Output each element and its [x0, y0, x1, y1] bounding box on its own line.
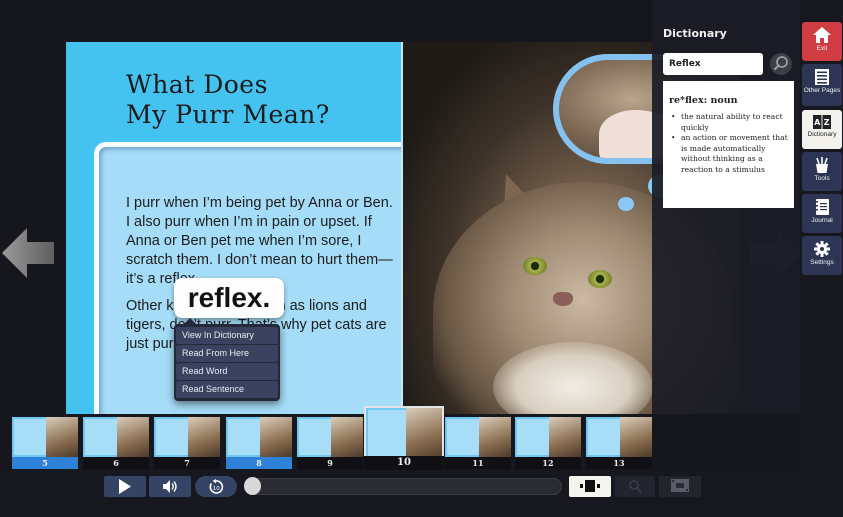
cat-eye [588, 270, 612, 288]
single-page-view-button[interactable] [569, 476, 611, 497]
cat-eye [523, 257, 547, 275]
replay-button[interactable]: 10 [195, 476, 237, 497]
thumbnail-image [586, 417, 652, 457]
sidebar-label: Other Pages [803, 87, 841, 94]
fit-view-button[interactable] [659, 476, 701, 497]
progress-knob[interactable] [244, 477, 261, 495]
search-icon [773, 56, 788, 71]
thumbnail-page[interactable]: 12 [515, 417, 581, 469]
sidebar-label: Tools [814, 175, 830, 182]
sidebar-label: Journal [811, 217, 833, 224]
volume-button[interactable] [149, 476, 191, 497]
notebook-icon [815, 199, 829, 215]
fit-screen-icon [671, 479, 689, 492]
az-book-icon: A Z [813, 115, 831, 129]
thumbnail-number: 7 [154, 457, 220, 469]
play-icon [119, 479, 131, 494]
thumbnail-number: 9 [297, 457, 363, 469]
entry-headword: re*flex: noun [669, 95, 738, 106]
thumbnail-number: 13 [586, 457, 652, 469]
paragraph[interactable]: I purr when I’m being pet by Anna or Ben… [126, 194, 396, 289]
replay-10-icon: 10 [209, 479, 224, 494]
thought-dot [618, 197, 634, 211]
thumbnail-image [12, 417, 78, 457]
page-title: What Does My Purr Mean? [126, 70, 330, 130]
thumbnail-image [364, 406, 444, 456]
sidebar: Exit Other Pages A Z Dictionary Tools Jo… [800, 0, 843, 517]
dictionary-panel: Dictionary re*flex: noun the natural abi… [652, 0, 800, 414]
sidebar-dictionary-button[interactable]: A Z Dictionary [802, 110, 842, 149]
title-line-2: My Purr Mean? [126, 100, 330, 129]
book-spread: What Does My Purr Mean? I purr when I’m … [66, 42, 740, 432]
menu-read-from-here[interactable]: Read From Here [176, 345, 278, 362]
thumbnail-number: 10 [364, 456, 444, 470]
thumbnail-page[interactable]: 5 [12, 417, 78, 469]
menu-view-in-dictionary[interactable]: View In Dictionary [176, 327, 278, 344]
home-icon [813, 27, 831, 43]
thumbnail-page[interactable]: 13 [586, 417, 652, 469]
svg-text:Z: Z [824, 118, 830, 127]
zoom-button[interactable] [615, 476, 655, 497]
sidebar-exit-button[interactable]: Exit [802, 22, 842, 61]
thumbnail-number: 5 [12, 457, 78, 469]
thumbnail-page[interactable]: 9 [297, 417, 363, 469]
definition-item: an action or movement that is made autom… [669, 133, 788, 175]
tools-cup-icon [816, 157, 828, 173]
arrow-left-icon [2, 228, 54, 278]
definition-list: the natural ability to react quickly an … [669, 112, 788, 175]
speaker-icon [163, 480, 177, 493]
thumbnail-page[interactable]: 11 [445, 417, 511, 469]
sidebar-settings-button[interactable]: Settings [802, 236, 842, 275]
thumbnail-number: 6 [83, 457, 149, 469]
audio-progress-bar[interactable] [244, 478, 562, 495]
zoom-icon [629, 480, 642, 493]
svg-text:10: 10 [213, 486, 220, 492]
list-icon [815, 69, 829, 85]
dictionary-title: Dictionary [663, 27, 727, 40]
svg-text:A: A [814, 118, 821, 127]
ebook-reader: What Does My Purr Mean? I purr when I’m … [0, 0, 843, 517]
gear-icon [814, 241, 830, 257]
thumbnail-number: 11 [445, 457, 511, 469]
menu-read-sentence[interactable]: Read Sentence [176, 381, 278, 398]
menu-read-word[interactable]: Read Word [176, 363, 278, 380]
sidebar-journal-button[interactable]: Journal [802, 194, 842, 233]
cat-nose [553, 292, 573, 306]
sidebar-other-pages-button[interactable]: Other Pages [802, 64, 842, 106]
thumbnail-number: 8 [226, 457, 292, 469]
thumbnail-image [515, 417, 581, 457]
sidebar-label: Settings [810, 259, 834, 266]
sidebar-label: Exit [816, 45, 828, 52]
single-page-icon [580, 480, 600, 492]
thumbnail-page[interactable]: 8 [226, 417, 292, 469]
dictionary-definition-card: re*flex: noun the natural ability to rea… [663, 81, 794, 208]
previous-page-arrow[interactable] [2, 228, 56, 278]
thumbnail-image [297, 417, 363, 457]
thumbnail-number: 12 [515, 457, 581, 469]
play-button[interactable] [104, 476, 146, 497]
thumbnail-image [445, 417, 511, 457]
thumbnail-page-current[interactable]: 10 [364, 406, 444, 470]
thumbnail-image [154, 417, 220, 457]
selected-word-popup: reflex. [174, 278, 284, 318]
sidebar-tools-button[interactable]: Tools [802, 152, 842, 191]
thumbnail-image [226, 417, 292, 457]
title-line-1: What Does [126, 70, 268, 99]
dictionary-search-input[interactable] [663, 53, 763, 75]
dictionary-search-button[interactable] [770, 53, 792, 75]
page-thumbnail-strip: 5 6 7 8 9 10 11 12 13 [10, 406, 652, 470]
definition-item: the natural ability to react quickly [669, 112, 788, 133]
thumbnail-page[interactable]: 6 [83, 417, 149, 469]
thumbnail-image [83, 417, 149, 457]
word-context-menu: View In Dictionary Read From Here Read W… [174, 318, 280, 401]
thumbnail-page[interactable]: 7 [154, 417, 220, 469]
player-controls: 10 [0, 470, 800, 517]
sidebar-label: Dictionary [807, 131, 837, 138]
